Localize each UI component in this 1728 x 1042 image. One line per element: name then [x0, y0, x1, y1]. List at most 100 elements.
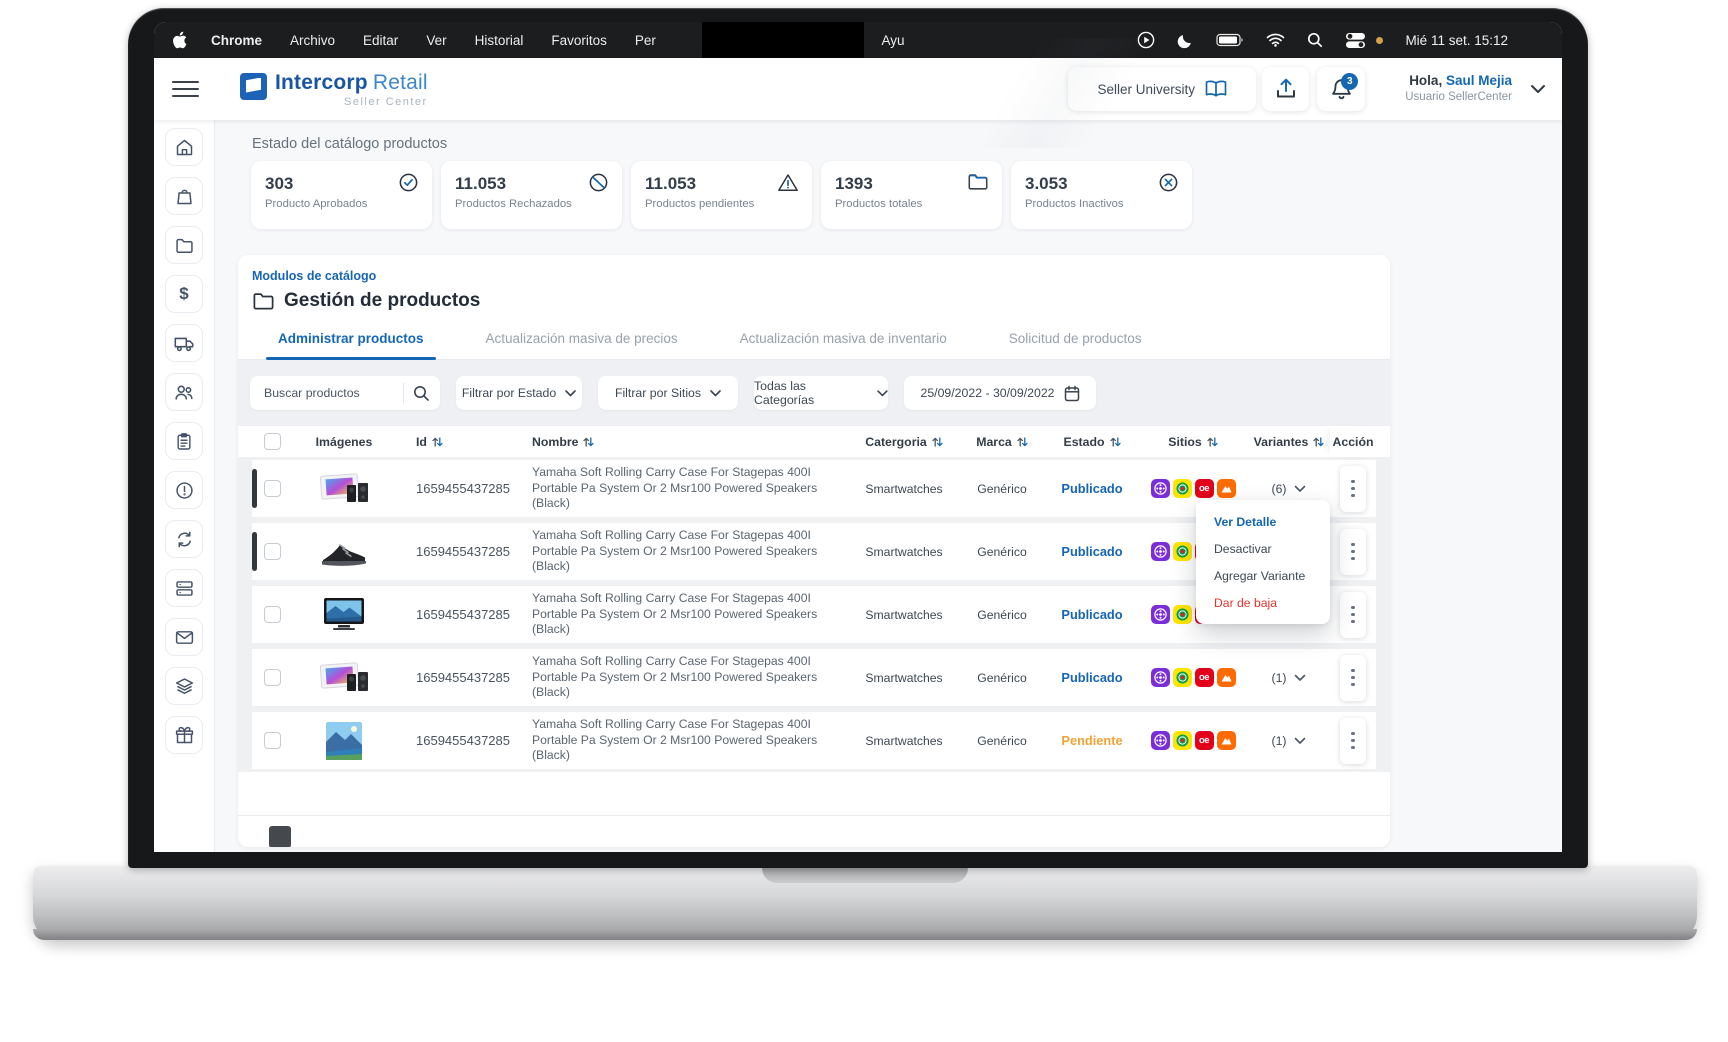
product-management-panel: Modulos de catálogo Gestión de productos… — [238, 255, 1390, 847]
search-products-field[interactable] — [250, 376, 440, 410]
date-range-picker[interactable]: 25/09/2022 - 30/09/2022 — [904, 376, 1096, 410]
sidebar-item-alerts[interactable] — [165, 471, 203, 509]
sidebar-item-layers[interactable] — [165, 667, 203, 705]
chevron-down-icon — [710, 390, 721, 397]
product-name[interactable]: Yamaha Soft Rolling Carry Case For Stage… — [512, 586, 850, 643]
site-icons: oe — [1138, 712, 1248, 769]
product-name[interactable]: Yamaha Soft Rolling Carry Case For Stage… — [512, 523, 850, 580]
tab-actualizacion-inventario[interactable]: Actualización masiva de inventario — [728, 331, 959, 359]
product-category: Smartwatches — [850, 712, 958, 769]
column-header-marca[interactable]: Marca — [958, 435, 1046, 449]
row-scroll-handle[interactable] — [252, 532, 257, 571]
sidebar-item-messages[interactable] — [165, 618, 203, 656]
row-checkbox[interactable] — [264, 732, 281, 749]
sidebar-item-customers[interactable] — [165, 373, 203, 411]
clipboard-icon — [174, 431, 194, 452]
search-input[interactable] — [264, 386, 384, 400]
menubar-item-ver[interactable]: Ver — [426, 33, 446, 48]
variants-cell[interactable]: (1) — [1248, 712, 1330, 769]
search-icon[interactable] — [413, 385, 430, 402]
breadcrumb[interactable]: Modulos de catálogo — [252, 269, 1390, 283]
sort-icon[interactable] — [932, 436, 943, 448]
row-actions-button[interactable] — [1340, 718, 1366, 764]
sidebar-item-pricing[interactable]: $ — [165, 275, 203, 313]
tab-actualizacion-precios[interactable]: Actualización masiva de precios — [474, 331, 690, 359]
context-menu-dar-de-baja[interactable]: Dar de baja — [1196, 589, 1330, 616]
sort-icon[interactable] — [1207, 436, 1218, 448]
product-image — [292, 712, 396, 769]
sort-icon[interactable] — [1313, 436, 1324, 448]
context-menu-ver-detalle[interactable]: Ver Detalle — [1196, 508, 1330, 535]
row-actions-button[interactable] — [1340, 466, 1366, 512]
menubar-item-perfil[interactable]: Per — [635, 33, 656, 48]
context-menu-agregar-variante[interactable]: Agregar Variante — [1196, 562, 1330, 589]
filter-categorias-dropdown[interactable]: Todas las Categorías — [754, 376, 888, 410]
tab-administrar-productos[interactable]: Administrar productos — [266, 331, 436, 359]
battery-icon[interactable] — [1216, 33, 1244, 47]
hamburger-menu-button[interactable] — [172, 76, 199, 102]
sidebar-item-reports[interactable] — [165, 422, 203, 460]
product-brand: Genérico — [958, 460, 1046, 517]
stat-label: Producto Aprobados — [265, 198, 418, 210]
product-category: Smartwatches — [850, 460, 958, 517]
product-name[interactable]: Yamaha Soft Rolling Carry Case For Stage… — [512, 460, 850, 517]
sidebar-item-catalog-folder[interactable] — [165, 226, 203, 264]
notifications-button[interactable]: 3 — [1317, 67, 1365, 111]
row-actions-button[interactable] — [1340, 592, 1366, 638]
user-menu[interactable]: Hola, Saul Mejia Usuario SellerCenter — [1405, 73, 1512, 104]
row-checkbox[interactable] — [264, 669, 281, 686]
product-name[interactable]: Yamaha Soft Rolling Carry Case For Stage… — [512, 649, 850, 706]
user-chevron-down-icon[interactable] — [1530, 84, 1546, 94]
product-name[interactable]: Yamaha Soft Rolling Carry Case For Stage… — [512, 712, 850, 769]
sort-icon[interactable] — [432, 436, 443, 448]
sidebar-item-home[interactable] — [165, 128, 203, 166]
sidebar-item-promotions[interactable] — [165, 716, 203, 754]
spotlight-search-icon[interactable] — [1307, 32, 1323, 48]
upload-button[interactable] — [1262, 67, 1309, 111]
context-menu-desactivar[interactable]: Desactivar — [1196, 535, 1330, 562]
select-all-checkbox[interactable] — [264, 433, 281, 450]
row-checkbox[interactable] — [264, 543, 281, 560]
chevron-down-icon[interactable] — [1294, 737, 1306, 745]
chevron-down-icon[interactable] — [1294, 674, 1306, 682]
sidebar-item-sync[interactable] — [165, 520, 203, 558]
site-plaza-vea-icon — [1151, 479, 1170, 498]
menubar-item-archivo[interactable]: Archivo — [290, 33, 335, 48]
sort-icon[interactable] — [1017, 436, 1028, 448]
menubar-clock[interactable]: Mié 11 set. 15:12 — [1405, 33, 1508, 48]
column-header-id[interactable]: Id — [396, 435, 512, 449]
row-checkbox[interactable] — [264, 480, 281, 497]
sidebar-item-delivery[interactable] — [165, 324, 203, 362]
sidebar-item-catalog-db[interactable] — [165, 569, 203, 607]
brand-logo[interactable]: IntercorpRetail Seller Center — [240, 71, 428, 108]
menubar-item-editar[interactable]: Editar — [363, 33, 398, 48]
filter-sitios-dropdown[interactable]: Filtrar por Sitios — [598, 376, 738, 410]
filter-estado-dropdown[interactable]: Filtrar por Estado — [456, 376, 582, 410]
column-header-nombre[interactable]: Nombre — [512, 435, 850, 449]
menubar-item-favoritos[interactable]: Favoritos — [551, 33, 607, 48]
row-scroll-handle[interactable] — [252, 469, 257, 508]
row-actions-button[interactable] — [1340, 655, 1366, 701]
control-center-icon[interactable] — [1345, 32, 1366, 49]
apple-icon[interactable] — [172, 31, 187, 49]
row-actions-button[interactable] — [1340, 529, 1366, 575]
column-header-categoria[interactable]: Catergoria — [850, 435, 958, 449]
wifi-icon[interactable] — [1266, 33, 1285, 47]
column-header-estado[interactable]: Estado — [1046, 435, 1138, 449]
sort-icon[interactable] — [583, 436, 594, 448]
menubar-item-ayuda[interactable]: Ayu — [881, 33, 904, 48]
product-image — [292, 523, 396, 580]
column-header-sitios[interactable]: Sitios — [1138, 435, 1248, 449]
chevron-down-icon[interactable] — [1294, 485, 1306, 493]
tab-solicitud-productos[interactable]: Solicitud de productos — [997, 331, 1154, 359]
header-decor — [916, 38, 1212, 148]
laptop-screen-bezel: Chrome Archivo Editar Ver Historial Favo… — [128, 8, 1588, 868]
variants-cell[interactable]: (1) — [1248, 649, 1330, 706]
sort-icon[interactable] — [1110, 436, 1121, 448]
column-header-variantes[interactable]: Variantes — [1248, 435, 1330, 449]
sidebar-item-store[interactable] — [165, 177, 203, 215]
menubar-item-historial[interactable]: Historial — [475, 33, 524, 48]
site-vivanda-icon — [1173, 731, 1192, 750]
menubar-item-chrome[interactable]: Chrome — [211, 33, 262, 48]
row-checkbox[interactable] — [264, 606, 281, 623]
